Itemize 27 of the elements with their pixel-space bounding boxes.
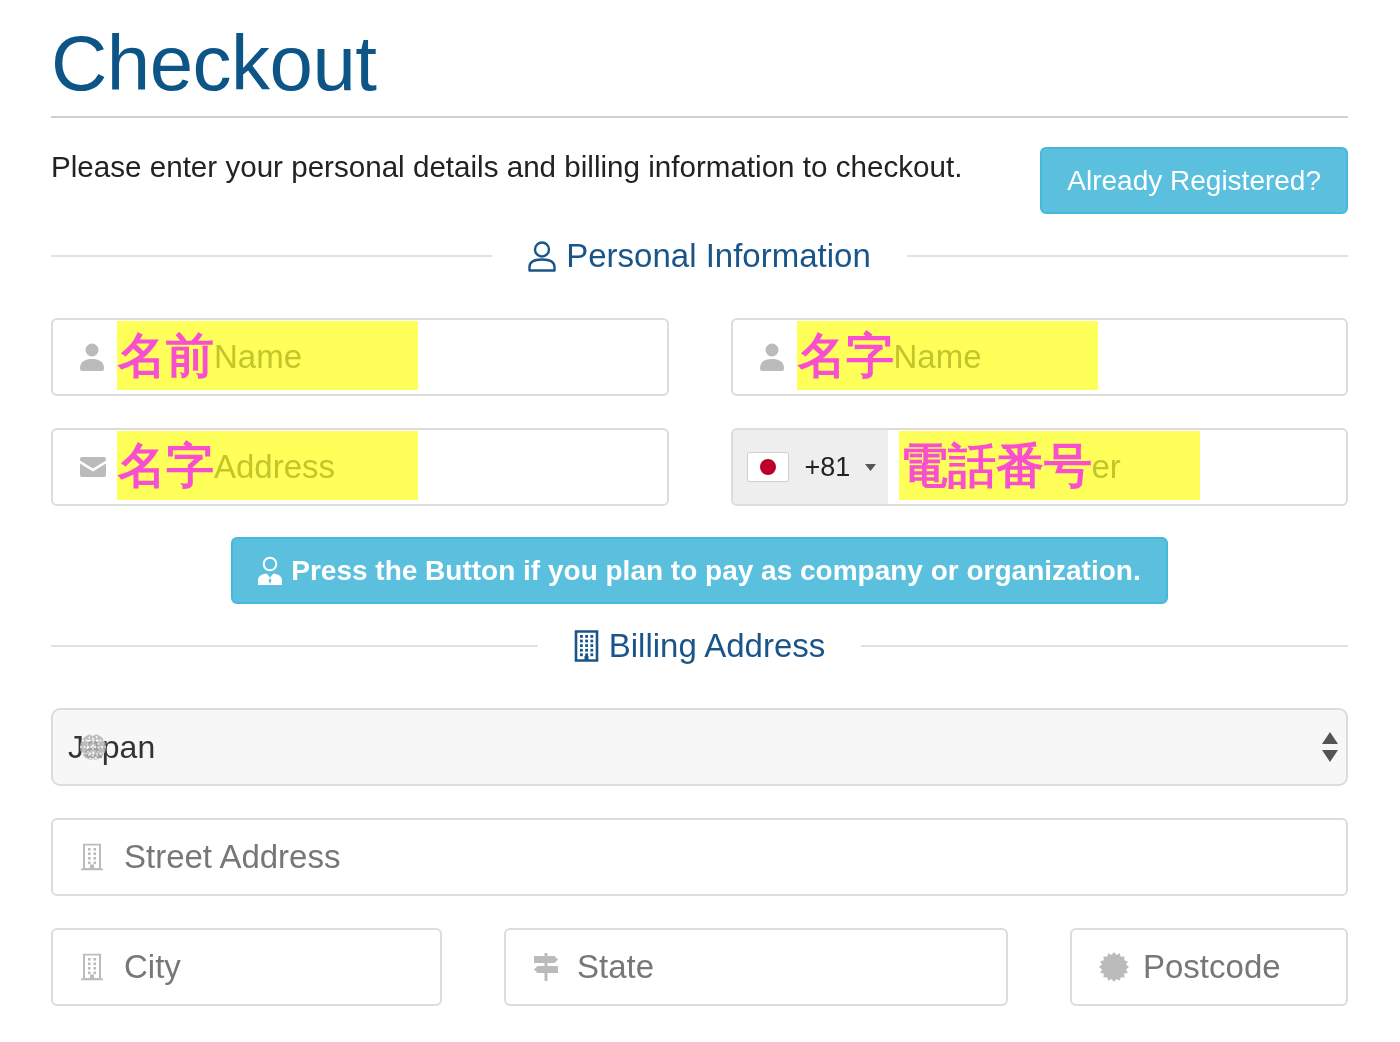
annotation-label: 電話番号	[898, 437, 1092, 494]
seal-icon	[1099, 952, 1129, 982]
building-icon	[80, 843, 104, 871]
street-address-field[interactable]: Street Address	[51, 818, 1348, 896]
building-icon	[573, 630, 599, 662]
flag-icon	[746, 452, 789, 482]
postcode-field[interactable]: Postcode	[1070, 928, 1348, 1006]
person-with-tie-icon	[258, 556, 283, 585]
annotation-label: 名字	[796, 327, 894, 384]
state-field[interactable]: State	[504, 928, 1008, 1006]
city-field[interactable]: City	[51, 928, 442, 1006]
country-code-dropdown[interactable]: +81	[732, 430, 888, 504]
person-icon	[80, 343, 104, 371]
annotation-label: 名字	[117, 437, 214, 494]
caret-icon	[865, 463, 877, 471]
signpost-icon	[533, 953, 559, 981]
up-down-arrows-icon	[1322, 732, 1338, 762]
intro-text: Please enter your personal details and billing information to checkout.	[51, 149, 963, 185]
person-icon	[759, 343, 784, 371]
section-heading: Personal Information	[566, 236, 871, 276]
page-title: Checkout	[51, 18, 378, 108]
annotation-label: 名前	[117, 327, 214, 384]
building-icon	[80, 953, 104, 981]
person-outline-icon	[528, 240, 557, 272]
section-heading: Billing Address	[608, 626, 826, 666]
envelope-icon	[80, 457, 106, 477]
country-select[interactable]: Japan	[51, 708, 1348, 786]
